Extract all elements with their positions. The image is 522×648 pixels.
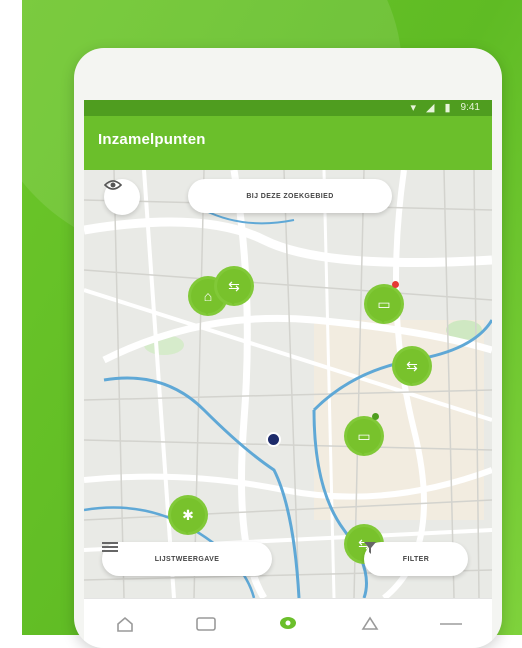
home-icon — [116, 616, 133, 632]
more-icon — [440, 623, 463, 625]
nav-more[interactable] — [431, 604, 471, 644]
nav-home[interactable] — [105, 604, 145, 644]
battery-icon: ▮ — [444, 102, 451, 114]
map-pin[interactable]: ▭ — [344, 413, 386, 458]
map-pin[interactable]: ▭ — [364, 281, 406, 326]
list-icon — [102, 542, 118, 552]
wallet-icon — [196, 617, 217, 631]
map-road — [84, 217, 492, 267]
search-area-button[interactable]: BIJ DEZE ZOEKGEBIED — [188, 179, 392, 213]
visibility-button[interactable] — [104, 179, 140, 215]
filter-icon — [364, 542, 376, 554]
page-title: Inzamelpunten — [98, 131, 206, 148]
eye-icon — [104, 180, 122, 190]
wifi-icon: ▾ — [410, 102, 416, 114]
search-area-label: BIJ DEZE ZOEKGEBIED — [246, 192, 334, 200]
map-view[interactable]: BIJ DEZE ZOEKGEBIED ⌂ ⇆ ▭ ⇆ ▭ ✱ ⇆ LIJSTW… — [84, 170, 492, 598]
map-pin-icon — [279, 617, 296, 629]
map-pin[interactable]: ⇆ — [392, 346, 434, 388]
nav-recycle[interactable] — [350, 604, 390, 644]
status-bar: ▾ ◢ ▮ 9:41 — [84, 100, 492, 116]
user-location — [266, 432, 281, 447]
nav-wallet[interactable] — [186, 604, 226, 644]
filter-label: FILTER — [402, 555, 430, 563]
list-view-label: LIJSTWEERGAVE — [154, 555, 220, 563]
status-icons: ▾ ◢ ▮ 9:41 — [410, 101, 480, 114]
map-pin[interactable]: ⇆ — [214, 266, 256, 308]
alert-badge — [392, 281, 399, 288]
recycle-icon — [361, 616, 379, 630]
list-view-button[interactable]: LIJSTWEERGAVE — [102, 542, 272, 576]
signal-icon: ◢ — [426, 102, 435, 114]
phone-frame: ▾ ◢ ▮ 9:41 Inzamelpunten BIJ DEZE ZOEKGE… — [74, 48, 502, 648]
status-time: 9:41 — [460, 102, 480, 113]
filter-button[interactable]: FILTER — [364, 542, 468, 576]
app-bar: Inzamelpunten — [84, 116, 492, 170]
bottom-navigation — [84, 598, 492, 648]
nav-map[interactable] — [268, 604, 308, 644]
status-badge — [372, 413, 379, 420]
map-pin[interactable]: ✱ — [168, 495, 210, 537]
